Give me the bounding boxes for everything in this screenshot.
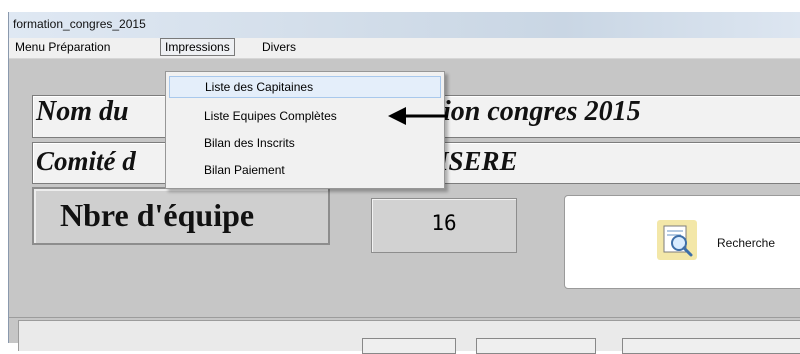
- menu-item-liste-capitaines[interactable]: Liste des Capitaines: [169, 76, 441, 98]
- title-bar[interactable]: formation_congres_2015: [9, 12, 800, 39]
- lower-field-3[interactable]: [622, 338, 800, 354]
- document-magnifier-icon: [657, 220, 697, 260]
- menu-item-bilan-inscrits[interactable]: Bilan des Inscrits: [169, 132, 441, 154]
- nbre-equipe-label: Nbre d'équipe: [60, 197, 255, 233]
- search-button[interactable]: Recherche: [564, 195, 800, 289]
- window-title: formation_congres_2015: [13, 17, 146, 31]
- comite-value: ISERE: [438, 146, 518, 176]
- team-count-value: 16: [431, 211, 457, 235]
- menu-bar: Menu Préparation Impressions Divers: [9, 38, 800, 59]
- lower-field-1[interactable]: [362, 338, 456, 354]
- team-count-field[interactable]: 16: [371, 198, 517, 253]
- search-button-label: Recherche: [717, 236, 776, 250]
- menu-impressions[interactable]: Impressions: [160, 38, 235, 56]
- lower-field-2[interactable]: [476, 338, 596, 354]
- menu-divers[interactable]: Divers: [258, 39, 300, 55]
- left-arrow-icon: [388, 107, 448, 125]
- menu-preparation[interactable]: Menu Préparation: [11, 39, 114, 55]
- form-divider: [9, 317, 800, 318]
- nbre-equipe-box: Nbre d'équipe: [32, 187, 330, 245]
- menu-item-bilan-paiement[interactable]: Bilan Paiement: [169, 159, 441, 181]
- nom-value: ion congres 2015: [443, 96, 641, 127]
- comite-label: Comité d: [36, 146, 136, 176]
- impressions-dropdown: Liste des Capitaines Liste Equipes Compl…: [165, 71, 445, 189]
- nom-label: Nom du: [36, 96, 129, 127]
